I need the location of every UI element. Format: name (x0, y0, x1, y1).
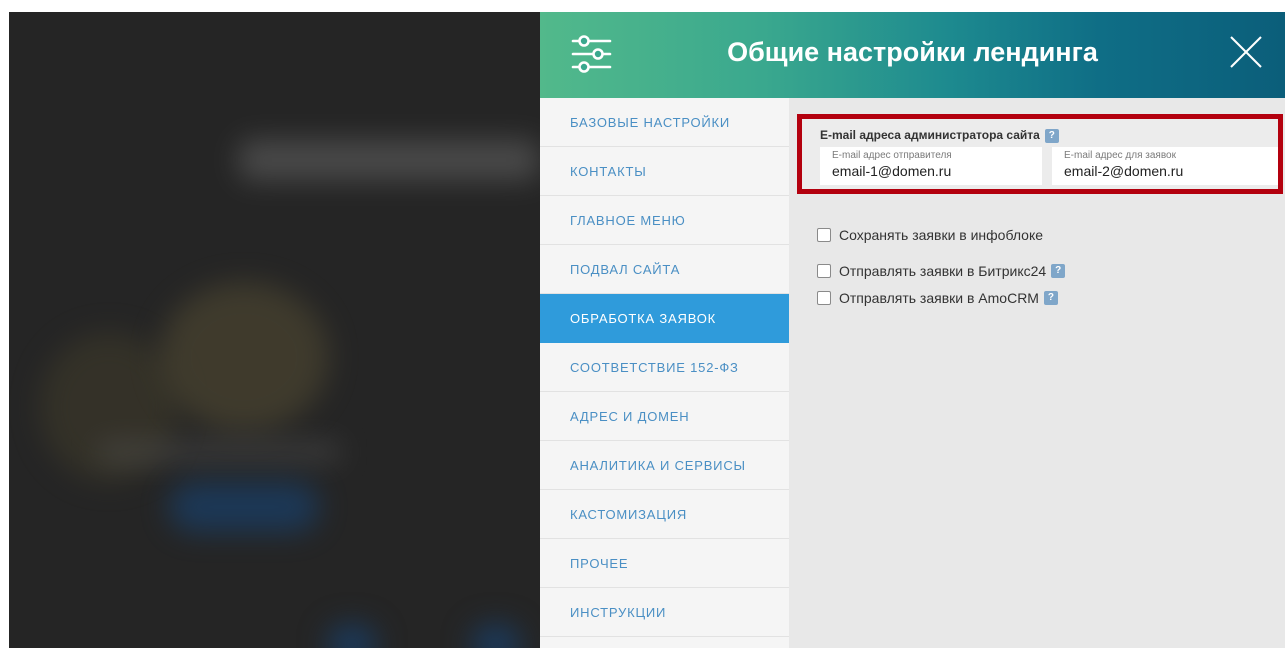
blurred-decoration (327, 624, 377, 648)
settings-sidebar: БАЗОВЫЕ НАСТРОЙКИ КОНТАКТЫ ГЛАВНОЕ МЕНЮ … (540, 98, 789, 648)
send-to-amocrm-checkbox[interactable] (817, 291, 831, 305)
panel-title: Общие настройки лендинга (727, 37, 1098, 67)
sender-email-input[interactable]: email-1@domen.ru (832, 163, 1042, 179)
blurred-background-page (9, 12, 540, 648)
help-icon[interactable]: ? (1043, 291, 1058, 305)
settings-content: E-mail адреса администратора сайта? E-ma… (789, 98, 1285, 648)
sidebar-item-address-domain[interactable]: АДРЕС И ДОМЕН (540, 392, 789, 441)
save-to-infoblock-checkbox[interactable] (817, 228, 831, 242)
requests-email-label: E-mail адрес для заявок (1064, 150, 1176, 161)
settings-panel: Общие настройки лендинга БАЗОВЫЕ НАСТРОЙ… (540, 12, 1285, 648)
sidebar-item-other[interactable]: ПРОЧЕЕ (540, 539, 789, 588)
app-frame: Общие настройки лендинга БАЗОВЫЕ НАСТРОЙ… (9, 12, 1285, 648)
blurred-page-heading (239, 140, 539, 180)
panel-header: Общие настройки лендинга (540, 12, 1285, 98)
blurred-decoration (99, 442, 339, 462)
sidebar-item-customization[interactable]: КАСТОМИЗАЦИЯ (540, 490, 789, 539)
admin-email-heading: E-mail адреса администратора сайта? (820, 128, 1059, 143)
admin-email-section: E-mail адреса администратора сайта? E-ma… (797, 114, 1283, 194)
sidebar-item-request-processing[interactable]: ОБРАБОТКА ЗАЯВОК (540, 294, 789, 343)
sidebar-item-analytics[interactable]: АНАЛИТИКА И СЕРВИСЫ (540, 441, 789, 490)
blurred-decoration (159, 282, 329, 432)
save-to-infoblock-label: Сохранять заявки в инфоблоке (839, 227, 1044, 243)
help-icon[interactable]: ? (1051, 264, 1066, 278)
send-to-amocrm-label: Отправлять заявки в AmoCRM (839, 290, 1039, 306)
admin-email-heading-text: E-mail адреса администратора сайта (820, 128, 1040, 142)
sidebar-item-main-menu[interactable]: ГЛАВНОЕ МЕНЮ (540, 196, 789, 245)
sender-email-label: E-mail адрес отправителя (832, 150, 952, 161)
sidebar-item-footer[interactable]: ПОДВАЛ САЙТА (540, 245, 789, 294)
requests-email-field[interactable]: E-mail адрес для заявок email-2@domen.ru (1052, 147, 1278, 185)
blurred-decoration (471, 624, 521, 648)
sidebar-item-contacts[interactable]: КОНТАКТЫ (540, 147, 789, 196)
help-icon[interactable]: ? (1044, 128, 1059, 143)
close-icon[interactable] (1228, 34, 1264, 70)
send-to-amocrm-option[interactable]: Отправлять заявки в AmoCRM ? (817, 288, 1058, 308)
send-to-bitrix24-option[interactable]: Отправлять заявки в Битрикс24 ? (817, 261, 1066, 281)
sidebar-item-base-settings[interactable]: БАЗОВЫЕ НАСТРОЙКИ (540, 98, 789, 147)
sidebar-item-instructions[interactable]: ИНСТРУКЦИИ (540, 588, 789, 637)
sidebar-item-152-fz[interactable]: СООТВЕТСТВИЕ 152-ФЗ (540, 343, 789, 392)
blurred-button (169, 482, 319, 532)
sender-email-field[interactable]: E-mail адрес отправителя email-1@domen.r… (820, 147, 1042, 185)
send-to-bitrix24-label: Отправлять заявки в Битрикс24 (839, 263, 1047, 279)
save-to-infoblock-option[interactable]: Сохранять заявки в инфоблоке (817, 225, 1043, 245)
send-to-bitrix24-checkbox[interactable] (817, 264, 831, 278)
requests-email-input[interactable]: email-2@domen.ru (1064, 163, 1278, 179)
